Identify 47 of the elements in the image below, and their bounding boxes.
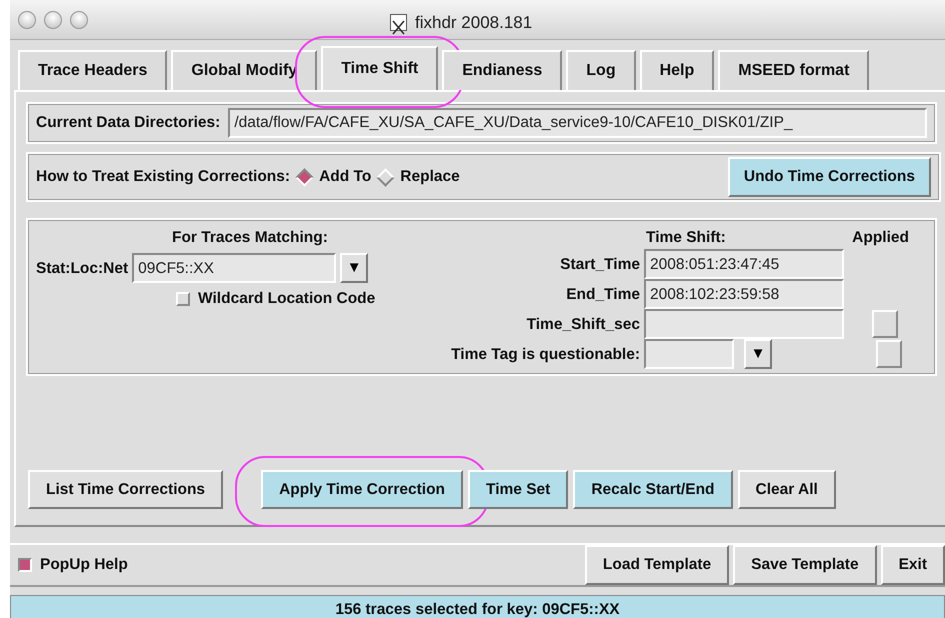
- apply-button[interactable]: [876, 340, 902, 368]
- tab[interactable]: Global Modify: [171, 50, 318, 90]
- radio-label: Replace: [400, 167, 460, 188]
- action-button[interactable]: List Time Corrections: [28, 470, 224, 509]
- dropdown-button[interactable]: ▼: [340, 253, 368, 284]
- directory-field[interactable]: /data/flow/FA/CAFE_XU/SA_CAFE_XU/Data_service9-10/CAFE10_DISK01/ZIP_: [228, 108, 927, 138]
- apply-button[interactable]: [872, 310, 898, 338]
- radio-label: Add To: [319, 167, 372, 188]
- field-label: Time_Shift_sec: [526, 314, 640, 335]
- action-button[interactable]: Clear All: [738, 470, 836, 509]
- section-heading: Applied: [852, 228, 909, 248]
- tab[interactable]: Endianess: [442, 50, 562, 90]
- tab[interactable]: MSEED format: [718, 50, 870, 90]
- field-label: Stat:Loc:Net: [36, 258, 128, 279]
- footer-button[interactable]: Save Template: [733, 545, 877, 585]
- checkbox[interactable]: [18, 558, 32, 572]
- footer-button[interactable]: Load Template: [584, 545, 730, 585]
- field-label: How to Treat Existing Corrections:: [36, 167, 290, 188]
- time-field[interactable]: [644, 309, 844, 340]
- action-button[interactable]: Apply Time Correction: [261, 470, 463, 509]
- field-label: Time Tag is questionable:: [450, 344, 640, 365]
- tab[interactable]: Help: [640, 50, 714, 90]
- action-button[interactable]: Time Set: [468, 470, 568, 509]
- checkbox-label: PopUp Help: [40, 555, 128, 576]
- field-label: Current Data Directories:: [36, 113, 220, 134]
- time-field[interactable]: 2008:102:23:59:58: [644, 279, 844, 310]
- tab[interactable]: Time Shift: [321, 46, 438, 90]
- window-control-icon[interactable]: [18, 10, 36, 28]
- window-title: fixhdr 2008.181: [415, 12, 532, 34]
- station-field[interactable]: 09CF5::XX: [132, 253, 336, 284]
- section-heading: For Traces Matching:: [172, 228, 329, 248]
- time-tag-field[interactable]: [644, 339, 734, 370]
- time-field[interactable]: 2008:051:23:47:45: [644, 249, 844, 280]
- field-label: End_Time: [565, 284, 640, 305]
- window-control-icon[interactable]: [44, 10, 62, 28]
- footer-button[interactable]: Exit: [880, 545, 945, 585]
- tab[interactable]: Log: [566, 50, 636, 90]
- dropdown-button[interactable]: ▼: [744, 339, 772, 370]
- status-bar: 156 traces selected for key: 09CF5::XX: [10, 595, 945, 618]
- x-logo-icon: [390, 14, 407, 32]
- section-heading: Time Shift:: [646, 228, 726, 248]
- undo-button[interactable]: Undo Time Corrections: [728, 157, 931, 197]
- action-button[interactable]: Recalc Start/End: [573, 470, 733, 509]
- checkbox-label: Wildcard Location Code: [198, 289, 376, 310]
- tab[interactable]: Trace Headers: [18, 50, 168, 90]
- field-label: Start_Time: [559, 254, 640, 275]
- window-control-icon[interactable]: [70, 10, 88, 28]
